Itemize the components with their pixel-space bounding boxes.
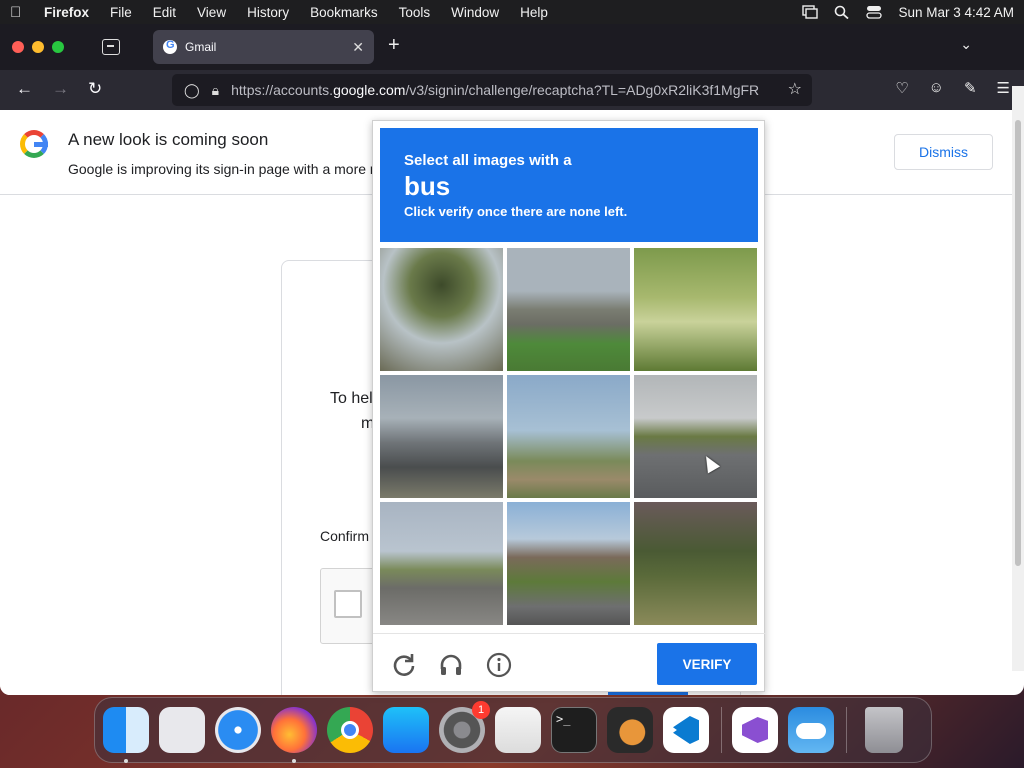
verify-button[interactable]: VERIFY	[657, 643, 757, 685]
image-tile-2[interactable]	[507, 248, 630, 371]
challenge-header: Select all images with a bus Click verif…	[380, 128, 758, 242]
pocket-icon[interactable]: ♡	[895, 79, 908, 97]
menu-file[interactable]: File	[110, 5, 132, 20]
google-logo-icon	[20, 130, 48, 158]
garageband-icon[interactable]	[607, 707, 653, 753]
menu-help[interactable]: Help	[520, 5, 548, 20]
trash-icon[interactable]	[865, 707, 903, 753]
headphones-icon[interactable]	[438, 652, 464, 678]
banner-text: Google is improving its sign-in page wit…	[68, 161, 378, 177]
weather-icon[interactable]	[788, 707, 834, 753]
tab-title: Gmail	[185, 40, 217, 54]
textedit-icon[interactable]	[495, 707, 541, 753]
launchpad-icon[interactable]	[159, 707, 205, 753]
image-tile-5[interactable]	[507, 375, 630, 498]
challenge-footer: VERIFY	[373, 633, 766, 693]
safari-icon[interactable]	[215, 707, 261, 753]
dock: 1 >_	[94, 697, 932, 763]
dismiss-button[interactable]: Dismiss	[894, 134, 993, 170]
challenge-hint: Click verify once there are none left.	[404, 204, 628, 219]
terminal-icon[interactable]: >_	[551, 707, 597, 753]
tab-bar: Gmail ✕ + ⌄	[0, 24, 1024, 70]
nav-toolbar: ← → ↻ ◯ 🔒︎ https://accounts. google.com/v…	[0, 70, 1024, 110]
terminal-prompt: >_	[556, 712, 571, 726]
running-indicator	[292, 759, 296, 763]
extensions-icon[interactable]: ✎	[964, 79, 977, 97]
menu-app-name[interactable]: Firefox	[44, 5, 89, 20]
address-bar[interactable]: ◯ 🔒︎ https://accounts. google.com/v3/sign…	[172, 74, 812, 106]
running-indicator	[124, 759, 128, 763]
tab-manager-icon[interactable]	[102, 39, 120, 55]
close-window-button[interactable]	[12, 41, 24, 53]
reload-icon[interactable]	[391, 652, 417, 678]
dock-separator	[721, 707, 722, 753]
challenge-target: bus	[404, 171, 451, 201]
url-path: /v3/signin/challenge/recaptcha?TL=ADg0xR…	[405, 82, 760, 98]
new-tab-icon[interactable]: +	[388, 34, 400, 57]
forward-arrow-icon[interactable]: →	[52, 79, 69, 99]
vscode-icon[interactable]	[663, 707, 709, 753]
banner-title: A new look is coming soon	[68, 130, 269, 149]
toolbar-right: ♡ ☺ ✎ ☰	[895, 79, 1010, 97]
challenge-instruction: Select all images with a	[404, 152, 572, 169]
tracking-shield-icon[interactable]: ◯	[184, 82, 200, 99]
menu-clock[interactable]: Sun Mar 3 4:42 AM	[898, 5, 1014, 20]
notification-badge: 1	[472, 701, 490, 719]
window-controls	[12, 41, 64, 53]
image-grid	[380, 248, 758, 626]
bookmark-star-icon[interactable]: ☆	[783, 79, 802, 99]
apple-icon[interactable]: 	[10, 4, 26, 21]
tab-gmail[interactable]: Gmail ✕	[153, 30, 374, 64]
menu-view[interactable]: View	[197, 5, 226, 20]
finder-icon[interactable]	[103, 707, 149, 763]
image-tile-7[interactable]	[380, 502, 503, 625]
control-center-icon[interactable]	[866, 5, 883, 19]
help-text-line-1: To hel	[330, 390, 373, 407]
image-tile-9[interactable]	[634, 502, 757, 625]
recaptcha-checkbox[interactable]	[334, 590, 362, 618]
image-tile-4[interactable]	[380, 375, 503, 498]
menu-history[interactable]: History	[247, 5, 289, 20]
image-tile-8[interactable]	[507, 502, 630, 625]
firefox-icon[interactable]	[271, 707, 317, 763]
hamburger-menu-icon[interactable]: ☰	[997, 79, 1010, 97]
scrollbar-thumb[interactable]	[1015, 120, 1021, 566]
menu-edit[interactable]: Edit	[153, 5, 176, 20]
app-store-icon[interactable]	[383, 707, 429, 753]
lock-icon[interactable]: 🔒︎	[212, 82, 219, 99]
zoom-window-button[interactable]	[52, 41, 64, 53]
visual-studio-icon[interactable]	[732, 707, 778, 753]
info-icon[interactable]	[486, 652, 512, 678]
menu-window[interactable]: Window	[451, 5, 499, 20]
back-arrow-icon[interactable]: ←	[16, 79, 33, 99]
account-icon[interactable]: ☺	[929, 79, 944, 97]
dock-separator	[846, 707, 847, 753]
image-tile-3[interactable]	[634, 248, 757, 371]
minimize-window-button[interactable]	[32, 41, 44, 53]
recaptcha-challenge: Select all images with a bus Click verif…	[372, 120, 766, 693]
menu-bookmarks[interactable]: Bookmarks	[310, 5, 378, 20]
chrome-icon[interactable]	[327, 707, 373, 753]
screen-mirroring-icon[interactable]	[802, 5, 819, 19]
url-prefix: https://accounts.	[231, 82, 334, 98]
menu-tools[interactable]: Tools	[399, 5, 431, 20]
image-tile-1[interactable]	[380, 248, 503, 371]
image-tile-6[interactable]	[634, 375, 757, 498]
system-settings-icon[interactable]: 1	[439, 701, 490, 753]
url-domain: google.com	[333, 82, 406, 98]
reload-page-icon[interactable]: ↻	[88, 79, 102, 99]
close-tab-icon[interactable]: ✕	[352, 39, 364, 56]
menu-bar:  Firefox File Edit View History Bookmar…	[0, 0, 1024, 24]
google-favicon-icon	[163, 39, 177, 54]
spotlight-search-icon[interactable]	[834, 5, 850, 19]
list-tabs-chevron-icon[interactable]: ⌄	[960, 36, 972, 53]
confirm-label: Confirm	[320, 528, 370, 544]
